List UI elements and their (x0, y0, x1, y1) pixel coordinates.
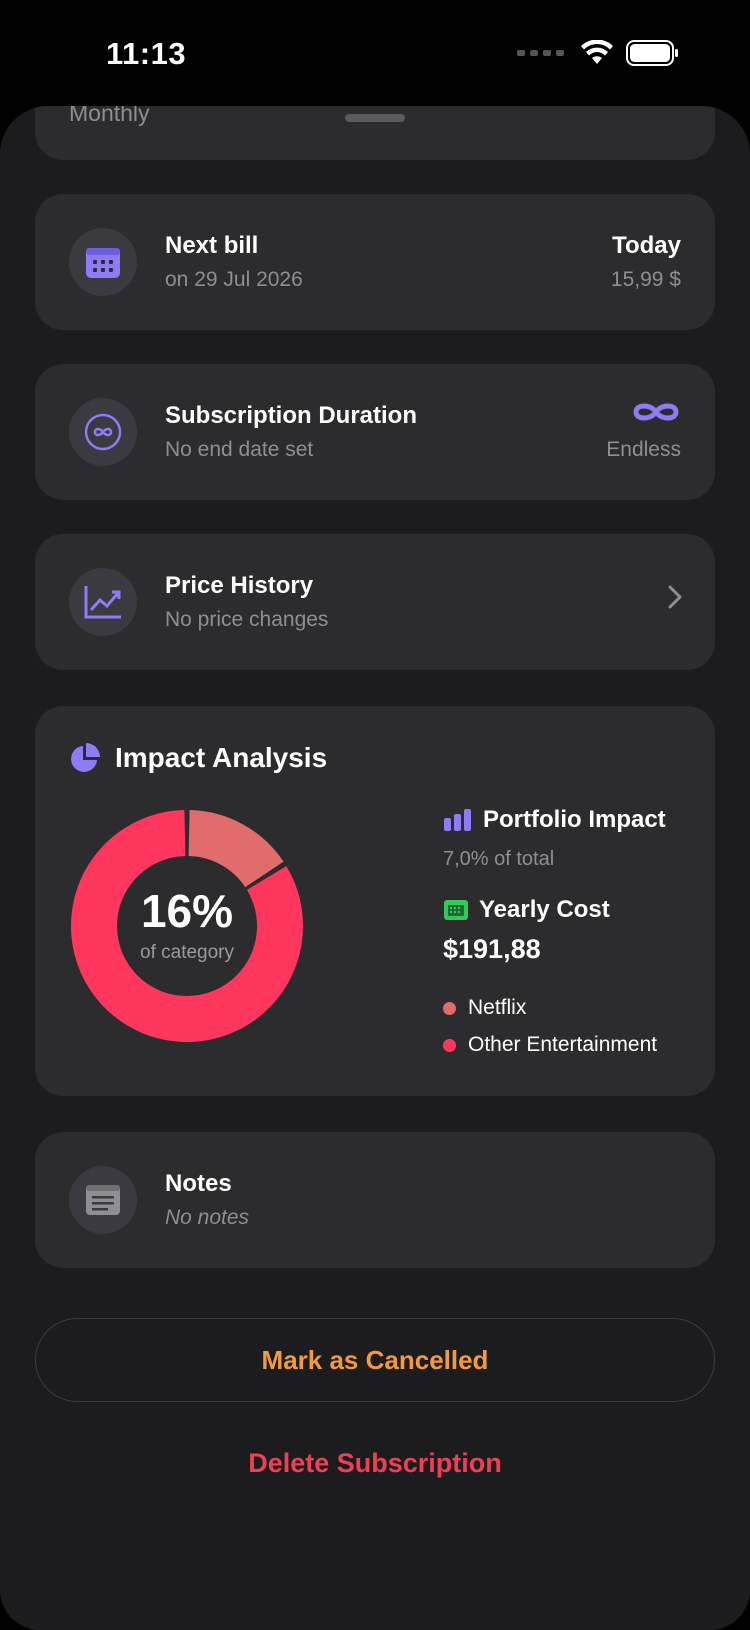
subscription-duration-card: Subscription Duration No end date set En… (35, 364, 715, 500)
legend-label-other: Other Entertainment (468, 1033, 658, 1056)
legend-label-netflix: Netflix (468, 996, 527, 1019)
duration-subtitle: No end date set (165, 438, 314, 461)
portfolio-impact-value: 7,0% of total (443, 848, 555, 870)
next-bill-amount: 15,99 $ (610, 268, 681, 291)
chart-line-icon (69, 568, 137, 636)
calendar-icon (69, 228, 137, 296)
battery-icon (626, 40, 678, 66)
banknote-icon (444, 900, 468, 920)
impact-title: Impact Analysis (115, 742, 328, 773)
next-bill-date: on 29 Jul 2026 (165, 268, 303, 291)
duration-value: Endless (606, 438, 681, 461)
subscription-detail-sheet: Monthly Next bill on 29 Jul 2026 Today 1… (0, 106, 750, 1630)
impact-header: Impact Analysis (69, 742, 327, 774)
portfolio-impact-title: Portfolio Impact (483, 806, 666, 833)
legend-dot-netflix (443, 1001, 456, 1015)
bar-chart-icon (444, 809, 471, 831)
mark-cancelled-button[interactable]: Mark as Cancelled (35, 1318, 715, 1402)
price-history-card[interactable]: Price History No price changes (35, 534, 715, 670)
yearly-cost-value: $191,88 (443, 934, 541, 964)
pie-chart-icon (71, 743, 100, 772)
notes-subtitle: No notes (165, 1206, 250, 1229)
legend-item-other: Other Entertainment (443, 1033, 657, 1057)
notes-card[interactable]: Notes No notes (35, 1132, 715, 1268)
billing-cycle-label: Monthly (69, 106, 150, 126)
yearly-cost-title: Yearly Cost (479, 896, 610, 923)
notes-title: Notes (165, 1170, 232, 1197)
sheet-grabber[interactable] (345, 114, 405, 122)
infinity-icon (633, 403, 679, 421)
legend-item-netflix: Netflix (443, 996, 526, 1020)
category-caption: of category (140, 942, 234, 963)
portfolio-impact-row: Portfolio Impact (443, 806, 666, 834)
delete-subscription-button[interactable]: Delete Subscription (35, 1428, 715, 1498)
legend-dot-other (443, 1038, 456, 1052)
category-percent: 16% (140, 885, 234, 937)
wifi-icon (581, 40, 613, 64)
status-bar: 11:13 (0, 0, 750, 106)
yearly-cost-row: Yearly Cost (443, 896, 610, 924)
status-time: 11:13 (106, 36, 187, 71)
duration-title: Subscription Duration (165, 402, 417, 429)
next-bill-card: Next bill on 29 Jul 2026 Today 15,99 $ (35, 194, 715, 330)
price-history-title: Price History (165, 572, 314, 599)
next-bill-due: Today (612, 232, 681, 259)
infinity-circle-icon (69, 398, 137, 466)
status-icons (517, 40, 680, 66)
chevron-right-icon (668, 585, 682, 609)
impact-analysis-card: Impact Analysis 16% of category Portfoli… (35, 706, 715, 1096)
price-history-subtitle: No price changes (165, 608, 329, 631)
next-bill-title: Next bill (165, 232, 259, 259)
notes-icon (69, 1166, 137, 1234)
donut-center: 16% of category (67, 806, 307, 1046)
cellular-signal-icon (517, 50, 564, 56)
